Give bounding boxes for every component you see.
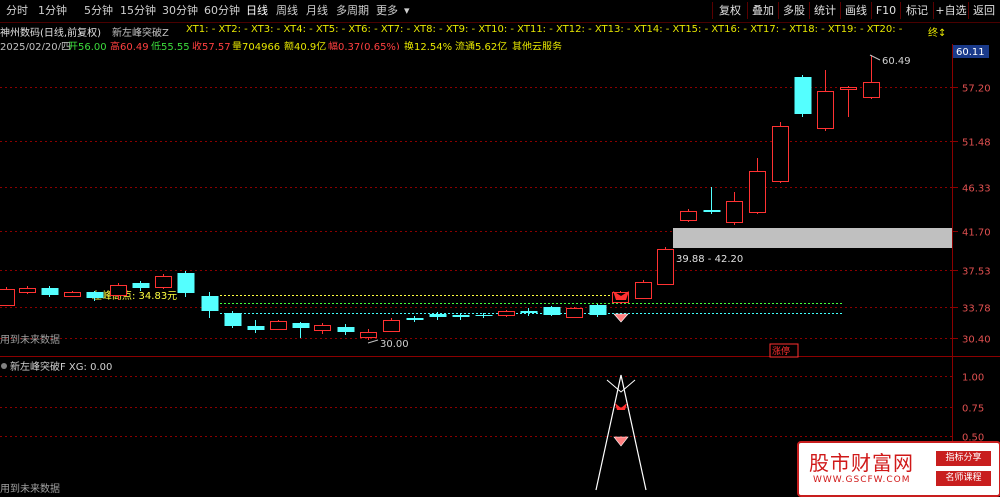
candle-body-up <box>680 211 697 221</box>
candle-body-down <box>86 292 104 298</box>
candle-body-up <box>726 201 743 223</box>
candle-body-down <box>406 318 424 320</box>
candle-body-up <box>498 311 515 316</box>
candle-body-up <box>314 325 331 331</box>
breakout-zone-label: 39.88 - 42.20 <box>676 254 743 265</box>
sub-panel-title: 新左峰突破F XG: 0.00 <box>10 360 112 373</box>
candle-body-up <box>19 288 36 293</box>
candle-body-down <box>247 326 265 330</box>
site-watermark: 股市财富网 WWW.GSCFW.COM 指标分享 名师课程 <box>797 441 1000 497</box>
candle-body-up <box>383 320 400 332</box>
candle-body-up <box>155 276 172 288</box>
candle-body-down <box>41 288 59 295</box>
low-price-label: 30.00 <box>380 339 409 350</box>
candle-body-down <box>201 296 219 311</box>
candle-body-up <box>863 82 880 98</box>
candle-body-up <box>772 126 789 182</box>
price-axis-label: 46.33 <box>962 184 991 195</box>
watermark-tag-indicator: 指标分享 <box>936 451 991 466</box>
candle-body-down <box>337 327 355 332</box>
watermark-brand: 股市财富网 <box>809 451 914 475</box>
current-price-label: 60.11 <box>956 47 985 58</box>
price-axis-label: 33.78 <box>962 304 991 315</box>
main-future-data-warning: 用到未来数据 <box>0 333 60 346</box>
candle-body-up <box>817 91 834 129</box>
candle-body-up <box>840 87 857 90</box>
watermark-tag-course: 名师课程 <box>936 471 991 486</box>
candle-body-down <box>543 307 561 315</box>
price-grid: 57.20 51.48 46.33 41.70 37.53 33.78 30.40 <box>0 84 991 346</box>
candle-body-up <box>0 289 15 306</box>
candle-body-down <box>703 210 721 212</box>
price-axis-label: 51.48 <box>962 138 991 149</box>
candle-body-down <box>292 323 310 328</box>
candle-body-down <box>520 311 538 313</box>
candle-body-up <box>566 308 583 318</box>
candle-body-down <box>794 77 812 114</box>
low-pointer-icon <box>367 339 379 344</box>
candle-body-up <box>360 332 377 338</box>
candle-body-up <box>64 292 81 297</box>
candle-body-down <box>589 305 607 315</box>
watermark-url: WWW.GSCFW.COM <box>813 475 911 485</box>
price-axis-label: 37.53 <box>962 267 991 278</box>
candle-body-up <box>270 321 287 330</box>
sub-panel-bullet-icon <box>1 363 7 369</box>
price-axis-label: 30.40 <box>962 335 991 346</box>
xg-inner-line <box>606 379 636 393</box>
candle-body-down <box>429 314 447 317</box>
candle-body-down <box>452 315 470 317</box>
candle-body-down <box>475 315 493 316</box>
candle-body-down <box>177 273 195 293</box>
limit-up-label: 涨停 <box>772 345 790 357</box>
sub-confirm-icon <box>613 436 629 447</box>
price-axis-label: 41.70 <box>962 228 991 239</box>
sub-breakout-icon <box>615 403 627 410</box>
price-axis-label: 57.20 <box>962 84 991 95</box>
candle-body-down <box>132 283 150 288</box>
sub-panel-grid: 1.000.750.50 <box>0 373 984 444</box>
kline-chart-area[interactable]: 60.11 57.20 51.48 46.33 41.70 37.53 33.78 30.4… <box>0 0 1000 497</box>
high-price-label: 60.49 <box>882 56 911 67</box>
candle-body-up <box>657 249 674 285</box>
sub-future-data-warning: 用到未来数据 <box>0 482 60 495</box>
candle-body-up <box>635 282 652 299</box>
left-peak-label: 左峰高点: 34.83元 <box>92 289 177 302</box>
candle-body-down <box>224 313 242 326</box>
candle-body-up <box>749 171 766 213</box>
breakout-zone-box <box>673 228 952 248</box>
candle-body-up <box>110 285 127 296</box>
sub-axis-label: 0.75 <box>962 404 984 415</box>
sub-axis-label: 1.00 <box>962 373 984 384</box>
